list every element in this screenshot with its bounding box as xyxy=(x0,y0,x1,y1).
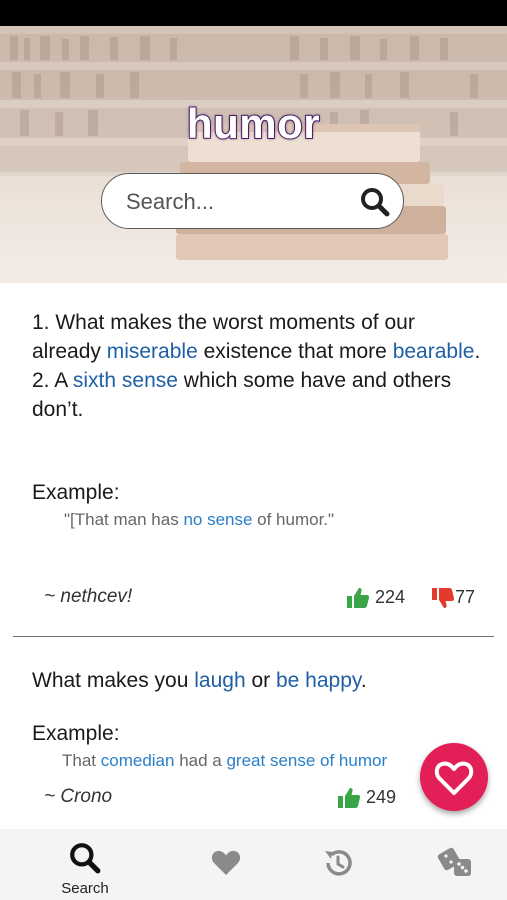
text-span: had a xyxy=(174,751,227,770)
downvote-button[interactable]: 77 xyxy=(431,586,475,610)
thumbs-up-icon xyxy=(338,788,361,808)
bottom-tab-bar: Search xyxy=(0,829,507,900)
text-span: or xyxy=(245,669,276,692)
text-span: existence that more xyxy=(197,340,393,363)
upvote-button[interactable]: 249 xyxy=(337,786,396,810)
search-input[interactable] xyxy=(124,184,348,220)
text-span: . xyxy=(360,669,367,692)
definition-2-text: What makes you laugh or be happy. xyxy=(32,666,482,695)
text-span: 2. A xyxy=(32,369,73,392)
status-bar xyxy=(0,0,507,26)
favorite-button[interactable] xyxy=(420,743,488,811)
page-title: humor xyxy=(186,99,321,148)
search-bar[interactable] xyxy=(101,173,404,229)
term-link[interactable]: laugh xyxy=(194,669,245,692)
text-span: What makes you xyxy=(32,669,195,692)
term-link[interactable]: great sense of humor xyxy=(226,751,387,770)
heart-icon xyxy=(211,850,241,875)
upvote-button[interactable]: 224 xyxy=(346,586,405,610)
hero-banner: humor xyxy=(0,26,507,283)
search-icon[interactable] xyxy=(359,186,391,218)
text-span: "[That man has xyxy=(64,510,184,529)
tab-search-label: Search xyxy=(61,880,109,897)
text-span: That xyxy=(62,751,101,770)
text-span: . xyxy=(474,340,481,363)
author-name[interactable]: ~ Crono xyxy=(44,786,112,808)
heart-outline-icon xyxy=(434,761,474,795)
downvote-count: 77 xyxy=(455,586,476,607)
definition-1-text: 1. What makes the worst moments of our a… xyxy=(32,308,482,424)
term-link[interactable]: no sense xyxy=(183,510,252,529)
author-name[interactable]: ~ nethcev! xyxy=(44,586,132,608)
search-icon xyxy=(70,843,101,874)
term-link[interactable]: bearable xyxy=(393,340,475,363)
upvote-count: 249 xyxy=(366,786,397,807)
tab-history[interactable] xyxy=(312,829,364,900)
example-text: "[That man has no sense of humor." xyxy=(64,510,334,530)
example-label: Example: xyxy=(32,722,120,745)
tab-search[interactable]: Search xyxy=(50,829,120,900)
text-span: of humor." xyxy=(252,510,335,529)
term-link[interactable]: be happy xyxy=(276,669,361,692)
term-link[interactable]: comedian xyxy=(101,751,175,770)
history-icon xyxy=(325,850,352,876)
thumbs-down-icon xyxy=(432,588,455,608)
thumbs-up-icon xyxy=(347,588,370,608)
definition-line-1: 1. What makes the worst moments of our a… xyxy=(32,308,482,366)
tab-favorites[interactable] xyxy=(200,829,252,900)
example-label: Example: xyxy=(32,481,120,504)
library-background-image xyxy=(0,26,507,283)
upvote-count: 224 xyxy=(375,586,406,607)
example-text: That comedian had a great sense of humor xyxy=(62,751,422,771)
entry-divider xyxy=(13,636,494,637)
tab-random[interactable] xyxy=(430,829,482,900)
term-link[interactable]: sixth sense xyxy=(73,369,178,392)
dice-icon xyxy=(437,847,471,876)
definition-line-2: 2. A sixth sense which some have and oth… xyxy=(32,366,482,424)
term-link[interactable]: miserable xyxy=(107,340,198,363)
